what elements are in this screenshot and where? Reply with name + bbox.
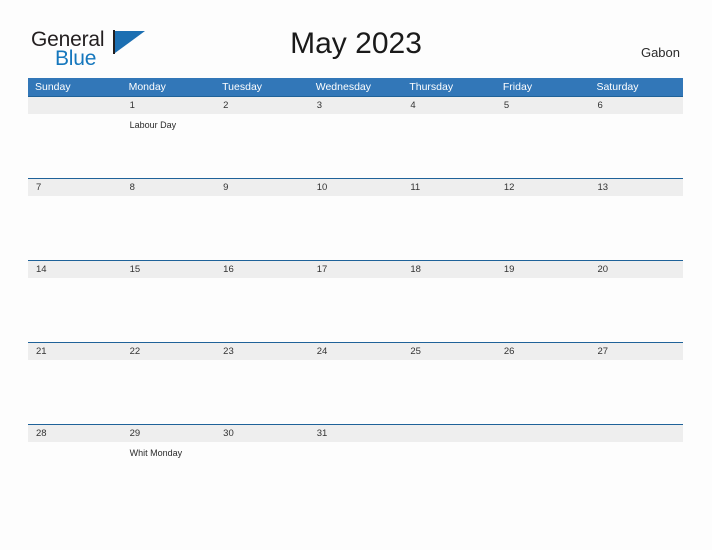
date-number[interactable] [496,425,590,442]
date-number[interactable]: 23 [215,343,309,360]
day-event-text[interactable] [589,442,683,506]
weekday-header-thursday: Thursday [409,81,454,93]
day-event-text[interactable] [122,360,216,424]
day-event-text[interactable] [215,114,309,178]
date-number[interactable]: 13 [589,179,683,196]
date-number[interactable]: 31 [309,425,403,442]
day-event-text[interactable] [122,278,216,342]
date-number[interactable]: 30 [215,425,309,442]
date-number[interactable]: 15 [122,261,216,278]
date-number[interactable]: 9 [215,179,309,196]
day-event-text[interactable] [215,360,309,424]
day-content-strip [28,360,683,424]
calendar-week-row: 28 29 30 31 Whit Monday [28,424,683,506]
day-event-text[interactable] [309,278,403,342]
date-number[interactable]: 2 [215,97,309,114]
calendar-grid: Sunday Monday Tuesday Wednesday Thursday… [28,78,683,506]
date-number-strip: 21 22 23 24 25 26 27 [28,342,683,360]
weekday-header-sunday: Sunday [35,81,71,93]
day-event-text[interactable] [215,196,309,260]
day-event-text[interactable] [496,442,590,506]
date-number[interactable] [589,425,683,442]
date-number[interactable]: 11 [402,179,496,196]
weekday-header-tuesday: Tuesday [222,81,263,93]
day-event-text[interactable] [402,360,496,424]
date-number[interactable]: 16 [215,261,309,278]
day-event-text[interactable] [309,360,403,424]
weekday-header-friday: Friday [502,81,533,93]
page-header: General Blue May 2023 Gabon [0,0,712,78]
date-number[interactable]: 18 [402,261,496,278]
date-number[interactable]: 28 [28,425,122,442]
calendar-week-row: 21 22 23 24 25 26 27 [28,342,683,424]
day-event-text[interactable] [28,196,122,260]
day-event-text[interactable] [28,442,122,506]
day-content-strip [28,278,683,342]
date-number[interactable]: 10 [309,179,403,196]
day-event-text[interactable] [309,196,403,260]
date-number[interactable]: 21 [28,343,122,360]
day-event-text[interactable]: Labour Day [122,114,216,178]
date-number[interactable]: 7 [28,179,122,196]
date-number[interactable]: 25 [402,343,496,360]
day-event-text[interactable] [402,114,496,178]
day-content-strip: Labour Day [28,114,683,178]
date-number[interactable] [402,425,496,442]
weekday-header-wednesday: Wednesday [315,81,371,93]
date-number[interactable]: 5 [496,97,590,114]
date-number[interactable]: 22 [122,343,216,360]
date-number-strip: 28 29 30 31 [28,424,683,442]
day-event-text[interactable] [309,442,403,506]
day-event-text[interactable] [589,360,683,424]
calendar-week-row: 1 2 3 4 5 6 Labour Day [28,96,683,178]
weekday-header-saturday: Saturday [596,81,639,93]
date-number[interactable]: 6 [589,97,683,114]
day-event-text[interactable] [402,278,496,342]
day-event-text[interactable] [589,114,683,178]
day-event-text[interactable] [28,360,122,424]
date-number[interactable]: 17 [309,261,403,278]
date-number[interactable]: 12 [496,179,590,196]
day-event-text[interactable] [496,360,590,424]
date-number[interactable]: 27 [589,343,683,360]
weekday-header-row: Sunday Monday Tuesday Wednesday Thursday… [28,78,683,96]
day-event-text[interactable] [496,196,590,260]
date-number-strip: 1 2 3 4 5 6 [28,96,683,114]
page-title: May 2023 [290,27,422,60]
day-content-strip: Whit Monday [28,442,683,506]
date-number-strip: 7 8 9 10 11 12 13 [28,178,683,196]
day-event-text[interactable] [496,278,590,342]
calendar-week-row: 14 15 16 17 18 19 20 [28,260,683,342]
day-event-text[interactable] [309,114,403,178]
date-number[interactable]: 3 [309,97,403,114]
date-number-strip: 14 15 16 17 18 19 20 [28,260,683,278]
day-event-text[interactable] [28,114,122,178]
day-event-text[interactable] [215,442,309,506]
date-number[interactable]: 1 [122,97,216,114]
date-number[interactable]: 8 [122,179,216,196]
date-number[interactable]: 19 [496,261,590,278]
day-content-strip [28,196,683,260]
date-number[interactable]: 26 [496,343,590,360]
day-event-text[interactable] [402,442,496,506]
day-event-text[interactable] [496,114,590,178]
day-event-text[interactable] [589,278,683,342]
date-number[interactable]: 24 [309,343,403,360]
weekday-header-monday: Monday [128,81,166,93]
day-event-text[interactable] [402,196,496,260]
region-label: Gabon [640,45,680,60]
date-number[interactable]: 14 [28,261,122,278]
day-event-text[interactable] [589,196,683,260]
date-number[interactable]: 4 [402,97,496,114]
date-number[interactable]: 20 [589,261,683,278]
date-number[interactable]: 29 [122,425,216,442]
date-number[interactable] [28,97,122,114]
calendar-week-row: 7 8 9 10 11 12 13 [28,178,683,260]
day-event-text[interactable] [28,278,122,342]
day-event-text[interactable]: Whit Monday [122,442,216,506]
day-event-text[interactable] [215,278,309,342]
day-event-text[interactable] [122,196,216,260]
